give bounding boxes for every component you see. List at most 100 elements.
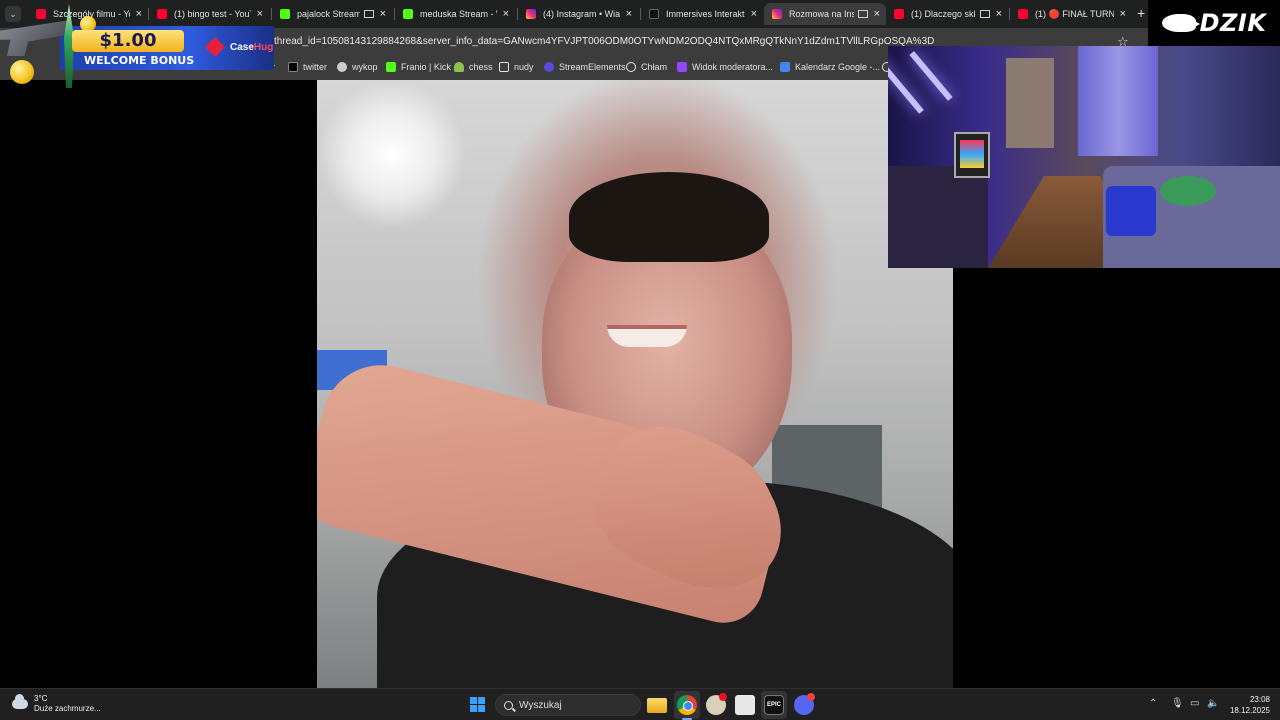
dzik-logo: DZIK [1148, 0, 1280, 46]
taskbar: 3°C Duże zachmurze... Wyszukaj EPIC ⌃ 🎙 … [0, 688, 1280, 720]
ad-welcome-text: WELCOME BONUS [84, 54, 195, 67]
plush-toy [1160, 176, 1216, 206]
start-button[interactable] [470, 697, 485, 712]
close-icon[interactable]: × [503, 8, 509, 20]
x-icon [288, 62, 298, 72]
weather-temp: 3°C [34, 694, 48, 703]
tab-6-active[interactable]: Rozmowa na Inst × [764, 3, 886, 25]
room-door [1006, 58, 1054, 148]
tab-2[interactable]: pajalock Stream × [272, 3, 392, 25]
casehug-logo: Case Hug [205, 37, 273, 57]
tiktok-icon [649, 9, 659, 19]
taskbar-search[interactable]: Wyszukaj [495, 694, 641, 716]
bookmark-franio-kick[interactable]: Franio | Kick [386, 62, 451, 72]
close-icon[interactable]: × [751, 8, 757, 20]
tab-3[interactable]: meduska Stream - W × [395, 3, 515, 25]
bookmark-nudy[interactable]: nudy [499, 62, 534, 72]
bookmark-label: StreamElements [559, 62, 626, 72]
epic-games-icon[interactable]: EPIC [764, 695, 784, 715]
tab-title: Rozmowa na Inst [789, 9, 854, 19]
bookmark-label: nudy [514, 62, 534, 72]
kick-icon [280, 9, 290, 19]
tab-4[interactable]: (4) Instagram • Wiad × [518, 3, 638, 25]
file-explorer-icon[interactable] [647, 698, 667, 713]
bookmark-label: twitter [303, 62, 328, 72]
instagram-icon [526, 9, 536, 19]
close-icon[interactable]: × [380, 8, 386, 20]
chevron-up-icon[interactable]: ⌃ [1149, 698, 1157, 709]
bookmark-label: Chłam [641, 62, 668, 72]
bookmark-label: wykop [352, 62, 378, 72]
close-icon[interactable]: × [874, 8, 880, 20]
cloud-icon [12, 694, 28, 709]
tab-title: Immersives Interaktiv [666, 9, 745, 19]
app-icon[interactable] [735, 695, 755, 715]
clock-time: 23:08 [1249, 695, 1270, 704]
streamelements-icon [544, 62, 554, 72]
tab-title: (1) Dlaczego skle [911, 9, 976, 19]
weather-widget[interactable]: 3°C Duże zachmurze... [12, 694, 101, 714]
bookmark-label: Widok moderatora... [692, 62, 774, 72]
tab-title: pajalock Stream [297, 9, 360, 19]
ceiling-light [317, 80, 467, 230]
tab-title: (4) Instagram • Wiad [543, 9, 620, 19]
screen-share-icon [857, 10, 868, 18]
dzik-logo-text: DZIK [1199, 9, 1267, 37]
speaker-icon[interactable]: 🔈 [1207, 698, 1219, 709]
tab-7[interactable]: (1) Dlaczego skle × [886, 3, 1008, 25]
youtube-icon [1018, 9, 1028, 19]
close-icon[interactable]: × [1120, 8, 1126, 20]
bookmark-wykop[interactable]: wykop [337, 62, 378, 72]
wykop-icon [337, 62, 347, 72]
kick-icon [386, 62, 396, 72]
calendar-icon [780, 62, 790, 72]
bookmark-label: Franio | Kick [401, 62, 451, 72]
screen-share-icon [979, 10, 990, 18]
tab-5[interactable]: Immersives Interaktiv × [641, 3, 763, 25]
boar-icon [1161, 14, 1200, 32]
person-smile [607, 325, 687, 347]
bookmark-widok-moderatora[interactable]: Widok moderatora... [677, 62, 773, 72]
led-light [909, 51, 953, 101]
new-tab-button[interactable]: + [1137, 5, 1145, 21]
search-icon [504, 700, 513, 710]
room-desk [888, 166, 988, 268]
person-hair [569, 172, 769, 262]
tab-title: (1) 🔴 FINAŁ TURNIE [1035, 8, 1114, 19]
main-video-feed [317, 80, 953, 688]
instagram-icon [772, 9, 782, 19]
room-camera-overlay [888, 46, 1280, 268]
url-text[interactable]: thread_id=10508143129884268&server_info_… [274, 36, 934, 47]
casehug-ad-overlay[interactable]: $1.00 WELCOME BONUS Case Hug [0, 0, 276, 88]
bookmark-kalendarz-google[interactable]: Kalendarz Google -... [780, 62, 880, 72]
bookmark-chess[interactable]: chess [454, 62, 493, 72]
pawn-icon [454, 62, 464, 72]
brand-part: Case [230, 41, 254, 53]
gaming-pc [954, 132, 990, 178]
tab-8[interactable]: (1) 🔴 FINAŁ TURNIE × [1010, 3, 1132, 25]
tab-title: meduska Stream - W [420, 9, 497, 19]
system-clock[interactable]: 23:08 18.12.2025 [1226, 694, 1270, 716]
close-icon[interactable]: × [626, 8, 632, 20]
kick-icon [403, 9, 413, 19]
youtube-icon [894, 9, 904, 19]
coin-icon [10, 60, 34, 84]
twitch-icon [677, 62, 687, 72]
bookmark-label: Kalendarz Google -... [795, 62, 881, 72]
clock-date: 18.12.2025 [1229, 706, 1270, 715]
close-icon[interactable]: × [996, 8, 1002, 20]
chrome-icon[interactable] [677, 695, 697, 715]
bookmark-label: chess [469, 62, 493, 72]
network-icon[interactable]: ▭ [1190, 698, 1199, 709]
search-placeholder: Wyszukaj [519, 699, 562, 711]
bookmark-chlam[interactable]: Chłam [626, 62, 667, 72]
room-curtain [1078, 46, 1158, 156]
cube-icon [205, 37, 225, 57]
bookmark-twitter[interactable]: twitter [288, 62, 327, 72]
pillow [1106, 186, 1156, 236]
notification-badge [719, 693, 727, 701]
bookmark-streamelements[interactable]: StreamElements [544, 62, 626, 72]
microphone-icon[interactable]: 🎙 [1171, 698, 1184, 709]
folder-icon [499, 62, 509, 72]
ad-price: $1.00 [72, 30, 184, 52]
